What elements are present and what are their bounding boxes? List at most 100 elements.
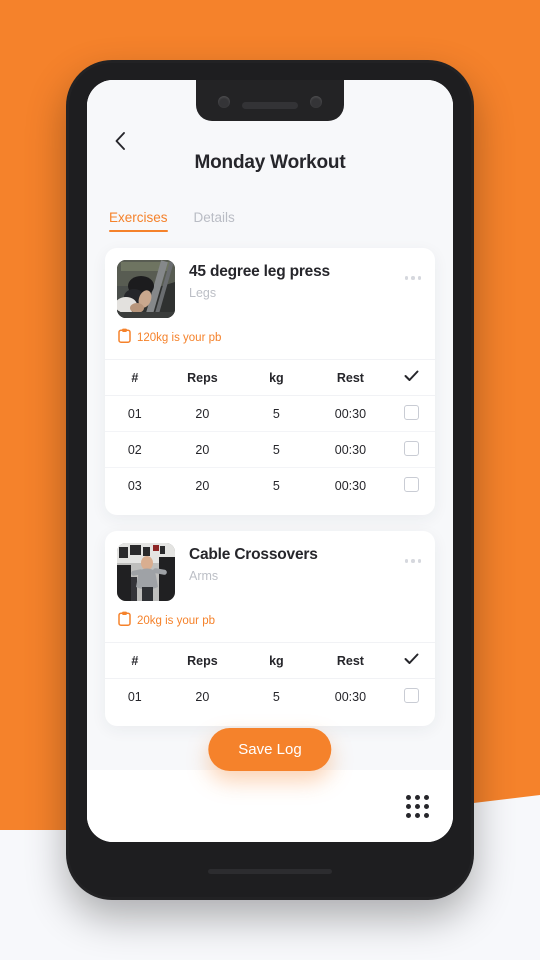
header-done-check-icon xyxy=(388,359,435,396)
header-kg: kg xyxy=(240,359,313,396)
apps-grid-icon[interactable] xyxy=(406,794,429,818)
header-kg: kg xyxy=(240,642,313,679)
set-rest[interactable]: 00:30 xyxy=(312,431,389,468)
table-row[interactable]: 03 20 5 00:30 xyxy=(105,468,435,504)
exercise-card[interactable]: Cable Crossovers Arms 20kg is your pb # … xyxy=(105,531,435,726)
set-rest[interactable]: 00:30 xyxy=(313,679,389,715)
card-bottom-spacer xyxy=(105,503,435,515)
exercise-menu-button[interactable] xyxy=(404,543,424,563)
table-row[interactable]: 01 20 5 00:30 xyxy=(105,679,435,715)
set-reps[interactable]: 20 xyxy=(164,431,241,468)
clipboard-icon xyxy=(118,328,131,348)
set-reps[interactable]: 20 xyxy=(164,395,241,432)
set-rest[interactable]: 00:30 xyxy=(312,395,389,432)
grid-dot xyxy=(415,803,420,809)
set-done-checkbox[interactable] xyxy=(404,687,420,703)
set-number: 03 xyxy=(127,478,142,493)
header-set-number: # xyxy=(105,359,165,396)
sets-table: # Reps kg Rest xyxy=(105,642,435,714)
set-rest[interactable]: 00:30 xyxy=(313,468,389,504)
set-done-cell xyxy=(388,395,435,432)
sets-table-head: # Reps kg Rest xyxy=(105,642,435,679)
header-rest: Rest xyxy=(312,642,389,679)
set-done-cell xyxy=(388,431,435,468)
sets-header-row: # Reps kg Rest xyxy=(105,642,435,679)
exercise-muscle-group: Legs xyxy=(189,286,217,300)
exercise-thumbnail-cable-crossover[interactable] xyxy=(117,543,175,601)
exercise-title-block: Cable Crossovers Arms xyxy=(175,543,405,583)
set-kg[interactable]: 5 xyxy=(240,431,313,468)
header-reps: Reps xyxy=(164,642,241,679)
header-rest: Rest xyxy=(312,359,389,396)
tab-bar: Exercises Details xyxy=(87,194,453,232)
set-done-cell xyxy=(388,679,435,715)
set-reps[interactable]: 20 xyxy=(165,468,241,504)
bottom-speaker-grill xyxy=(208,869,332,874)
sets-table-body: 01 20 5 00:30 xyxy=(105,679,435,715)
grid-dot xyxy=(406,803,411,809)
phone-screen: Monday Workout Exercises Details 45 degr… xyxy=(87,80,453,842)
personal-best-row: 20kg is your pb xyxy=(105,601,435,642)
exercise-title-block: 45 degree leg press Legs xyxy=(175,260,405,300)
header-set-number: # xyxy=(105,642,165,679)
more-horizontal-icon-dot2 xyxy=(411,276,415,280)
bottom-bar xyxy=(87,770,453,842)
exercise-card-header: Cable Crossovers Arms xyxy=(105,531,435,601)
exercise-scroll-area[interactable]: Monday Workout Exercises Details 45 degr… xyxy=(87,80,453,770)
front-camera-secondary-icon xyxy=(310,96,322,108)
table-row[interactable]: 02 20 5 00:30 xyxy=(105,431,435,468)
exercise-name: 45 degree leg press xyxy=(189,263,330,280)
grid-dot xyxy=(424,803,429,809)
exercise-card-header: 45 degree leg press Legs xyxy=(105,248,435,318)
set-kg[interactable]: 5 xyxy=(240,395,313,432)
set-number: 01 xyxy=(105,395,165,432)
grid-dot xyxy=(415,812,420,818)
set-number: 02 xyxy=(105,431,165,468)
set-number: 01 xyxy=(127,689,142,704)
more-horizontal-icon xyxy=(404,276,408,280)
front-camera-icon xyxy=(218,96,230,108)
personal-best-row: 120kg is your pb xyxy=(105,318,435,359)
card-bottom-spacer xyxy=(105,714,435,726)
workout-app: Monday Workout Exercises Details 45 degr… xyxy=(87,80,453,842)
sets-table: # Reps kg Rest xyxy=(105,359,435,503)
clipboard-icon xyxy=(118,611,131,631)
personal-best-text: 120kg is your pb xyxy=(137,332,222,344)
phone-device-frame: Monday Workout Exercises Details 45 degr… xyxy=(66,60,474,900)
exercise-thumbnail-leg-press[interactable] xyxy=(117,260,175,318)
header-done-check-icon xyxy=(388,642,435,679)
more-horizontal-icon-dot2 xyxy=(411,559,415,563)
set-done-checkbox[interactable] xyxy=(404,440,420,456)
more-horizontal-icon-dot3 xyxy=(417,559,421,563)
page-title: Monday Workout xyxy=(194,152,346,173)
earpiece-speaker xyxy=(242,102,298,109)
more-horizontal-icon xyxy=(404,559,408,563)
set-done-checkbox[interactable] xyxy=(404,476,420,492)
back-button[interactable] xyxy=(105,128,135,158)
sets-table-body: 01 20 5 00:30 02 20 5 00:30 03 20 5 00:3… xyxy=(105,395,435,504)
save-log-button[interactable]: Save Log xyxy=(208,728,332,771)
grid-dot xyxy=(406,812,411,818)
grid-dot xyxy=(415,794,420,800)
set-done-cell xyxy=(388,468,435,504)
grid-dot xyxy=(424,794,429,800)
sets-header-row: # Reps kg Rest xyxy=(105,359,435,396)
set-reps[interactable]: 20 xyxy=(165,679,241,715)
exercise-muscle-group: Arms xyxy=(189,569,219,583)
tab-details[interactable]: Details xyxy=(194,210,235,232)
set-kg[interactable]: 5 xyxy=(240,468,312,504)
grid-dot xyxy=(424,812,429,818)
table-row[interactable]: 01 20 5 00:30 xyxy=(105,395,435,432)
exercise-list: 45 degree leg press Legs 120kg is your p… xyxy=(87,232,453,726)
exercise-card[interactable]: 45 degree leg press Legs 120kg is your p… xyxy=(105,248,435,515)
set-kg[interactable]: 5 xyxy=(240,679,312,715)
exercise-menu-button[interactable] xyxy=(404,260,424,280)
grid-dot xyxy=(406,794,411,800)
tab-exercises[interactable]: Exercises xyxy=(109,210,168,232)
exercise-name: Cable Crossovers xyxy=(189,546,318,563)
phone-notch xyxy=(196,80,344,121)
more-horizontal-icon-dot3 xyxy=(417,276,421,280)
personal-best-text: 20kg is your pb xyxy=(137,615,215,627)
set-done-checkbox[interactable] xyxy=(404,404,420,420)
header-reps: Reps xyxy=(164,359,241,396)
